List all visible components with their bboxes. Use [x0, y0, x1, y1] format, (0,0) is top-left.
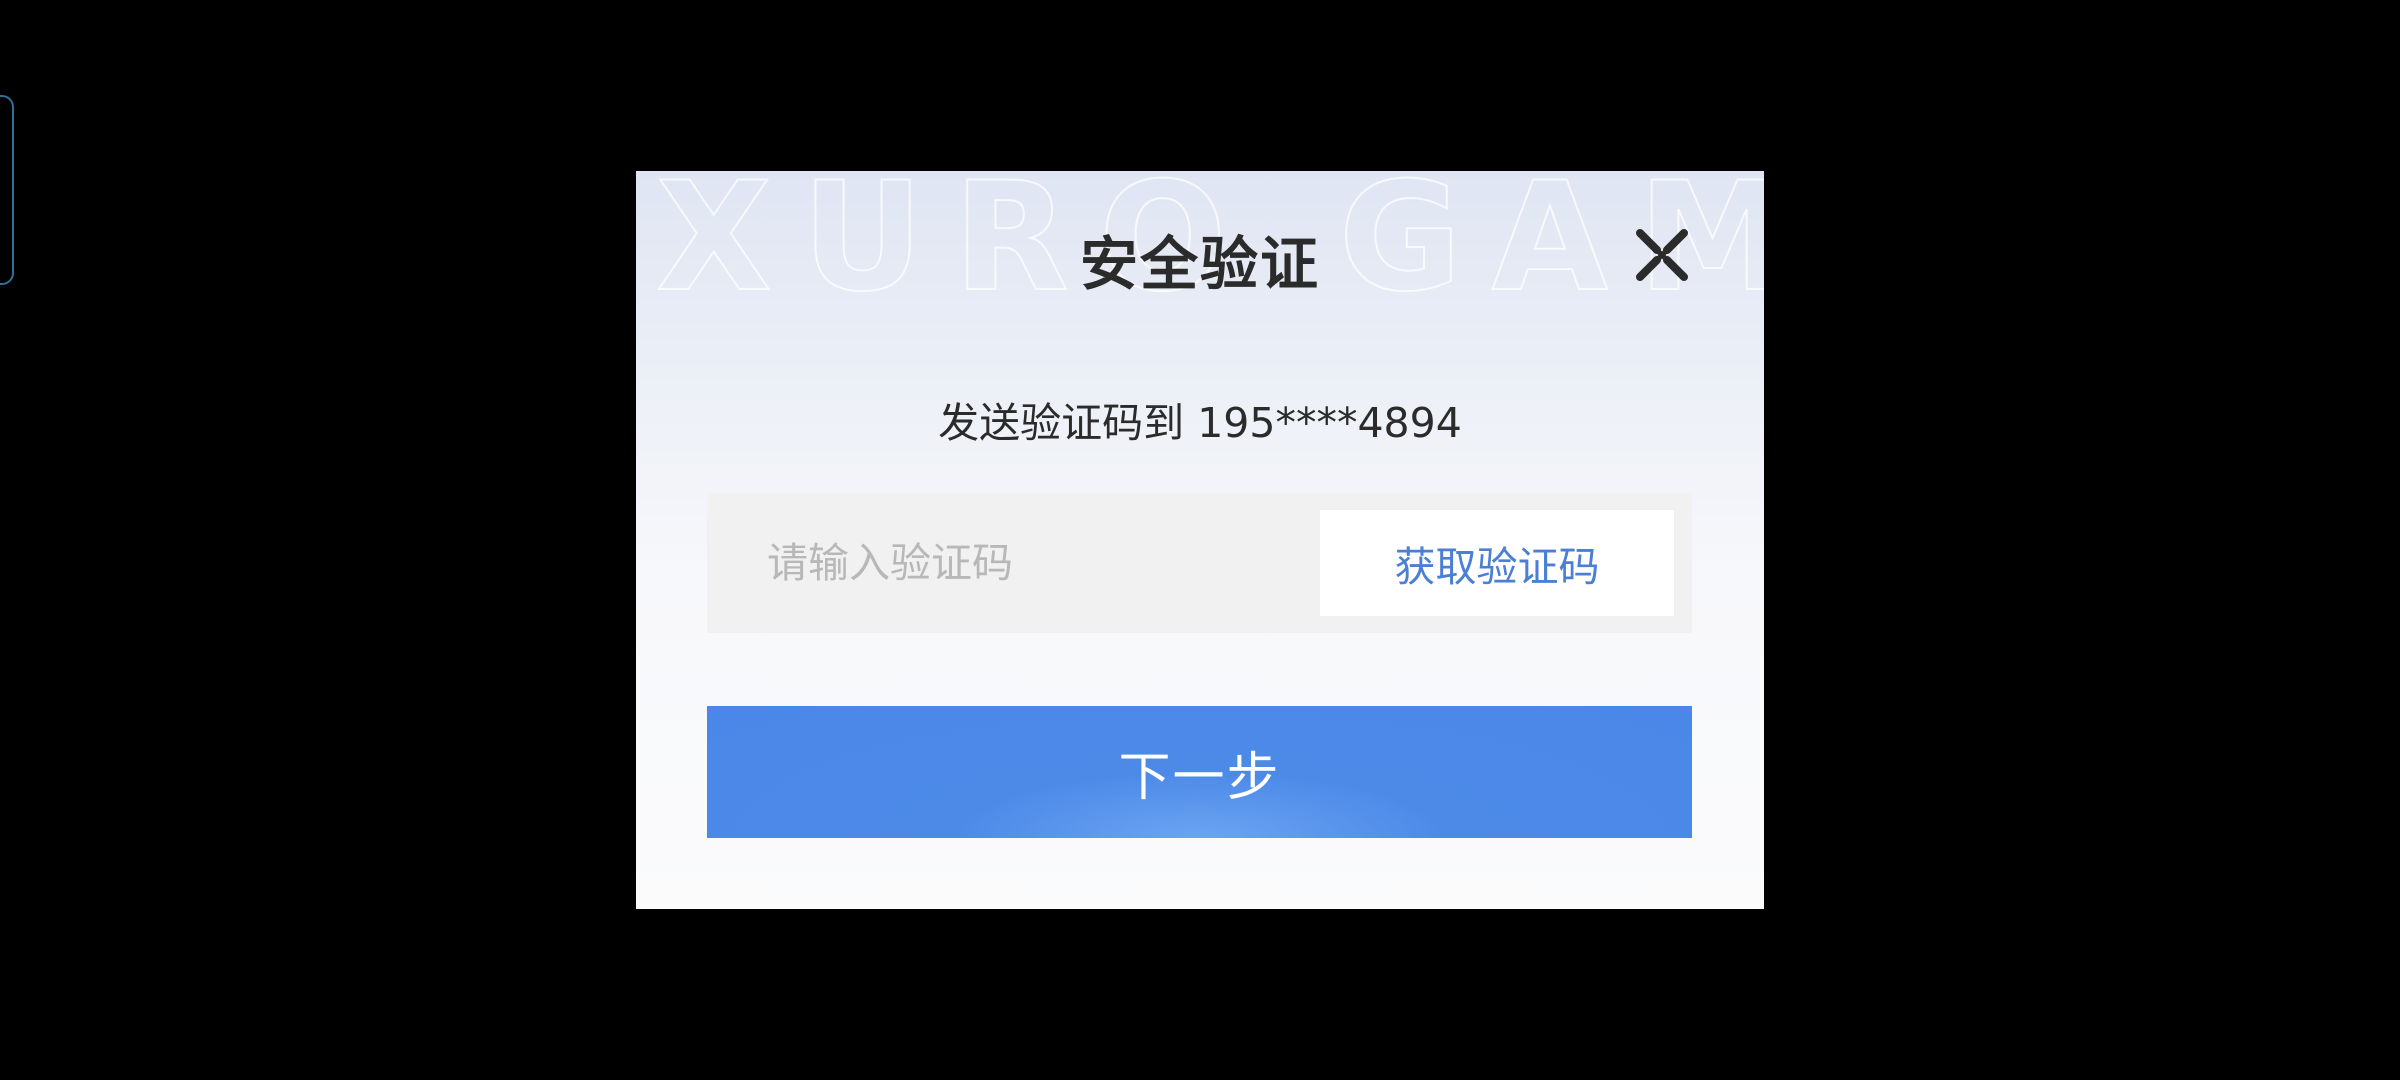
get-code-button[interactable]: 获取验证码	[1320, 510, 1674, 616]
close-icon	[1636, 229, 1688, 281]
security-verification-dialog: XURO GAMES 安全验证 发送验证码到 195****4894 获取验证码…	[636, 171, 1764, 909]
edge-side-tab[interactable]	[0, 95, 14, 285]
screen: XURO GAMES 安全验证 发送验证码到 195****4894 获取验证码…	[0, 0, 2400, 1080]
verification-code-row: 获取验证码	[707, 493, 1692, 633]
close-button[interactable]	[1630, 223, 1694, 287]
send-code-hint: 发送验证码到 195****4894	[938, 399, 1462, 447]
verification-code-input[interactable]	[707, 493, 1307, 633]
dialog-title: 安全验证	[1079, 230, 1320, 298]
next-step-button[interactable]: 下一步	[707, 706, 1692, 838]
